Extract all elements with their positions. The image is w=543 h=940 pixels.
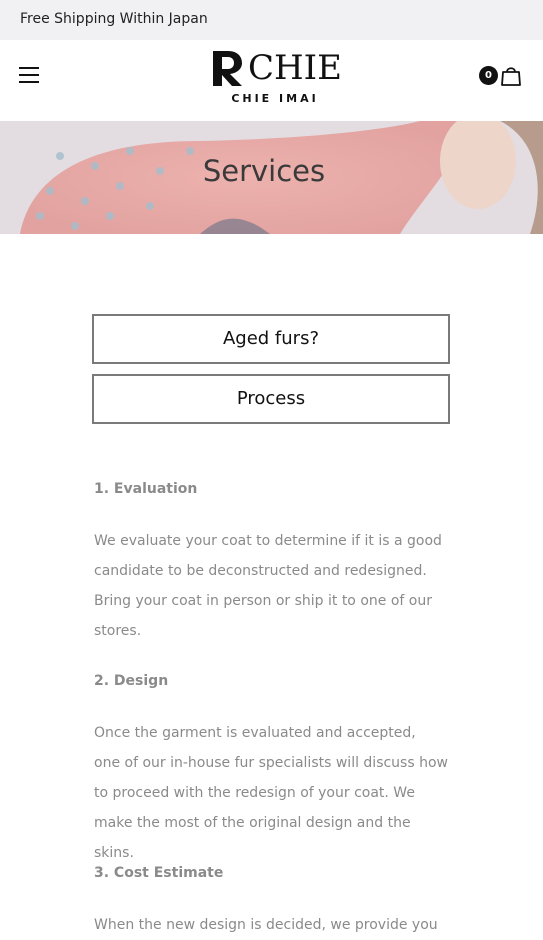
section-heading: 2. Design [94, 673, 169, 689]
text-line: make the most of the original design and… [94, 815, 411, 861]
text-line: We evaluate your coat to determine if it… [94, 533, 442, 549]
cart-count-badge: 0 [479, 66, 498, 85]
cart-button[interactable]: 0 [478, 64, 524, 88]
brand-logo[interactable]: CHIE CHIE IMAI [205, 47, 342, 107]
tab-process[interactable]: Process [92, 374, 450, 424]
text-line: Once the garment is evaluated and accept… [94, 725, 416, 741]
text-line: one of our in-house fur specialists will… [94, 755, 448, 771]
text-line: stores. [94, 623, 142, 639]
text-line: When the new design is decided, we provi… [94, 917, 438, 933]
section-text: When the new design is decided, we provi… [94, 910, 454, 940]
text-line: candidate to be deconstructed and redesi… [94, 563, 427, 579]
text-line: to proceed with the redesign of your coa… [94, 785, 415, 801]
section-text: Once the garment is evaluated and accept… [94, 718, 454, 868]
section-text: We evaluate your coat to determine if it… [94, 526, 454, 646]
menu-icon[interactable] [19, 67, 39, 83]
logo-mark-icon [213, 51, 242, 86]
section-heading: 1. Evaluation [94, 481, 198, 497]
hero-banner: Services [0, 121, 543, 234]
brand-subtitle: CHIE IMAI [231, 92, 319, 105]
announcement-text: Free Shipping Within Japan [20, 11, 208, 27]
announcement-bar: Free Shipping Within Japan [0, 0, 543, 40]
tab-aged-furs[interactable]: Aged furs? [92, 314, 450, 364]
page-title: Services [202, 154, 326, 188]
shopping-bag-icon [501, 67, 521, 86]
site-header: CHIE CHIE IMAI 0 [0, 40, 543, 121]
section-heading: 3. Cost Estimate [94, 865, 224, 881]
text-line: Bring your coat in person or ship it to … [94, 593, 432, 609]
brand-name: CHIE [248, 48, 342, 88]
